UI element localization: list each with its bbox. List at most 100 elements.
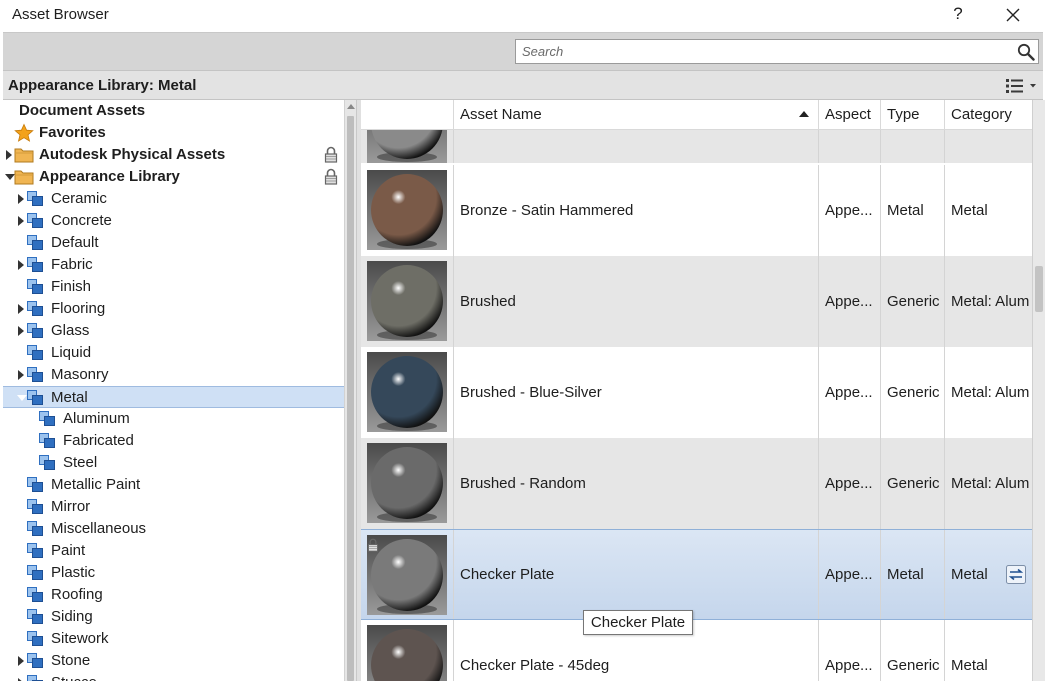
column-asset-name[interactable]: Asset Name bbox=[453, 100, 818, 130]
tree-item-masonry[interactable]: Masonry bbox=[3, 364, 344, 386]
table-row[interactable] bbox=[361, 130, 1032, 163]
table-scroll-thumb[interactable] bbox=[1035, 266, 1043, 312]
category-icon bbox=[39, 433, 55, 448]
type-cell: Metal bbox=[880, 165, 944, 256]
table-row[interactable]: Brushed - Blue-Silver Appe... Generic Metal… bbox=[361, 347, 1032, 438]
scroll-up-icon[interactable] bbox=[347, 104, 355, 109]
tree-item-label: Default bbox=[51, 234, 99, 251]
category-cell: Metal bbox=[944, 165, 1032, 256]
expand-arrow-icon[interactable] bbox=[18, 216, 24, 226]
category-icon bbox=[27, 279, 43, 294]
tree-item-label: Siding bbox=[51, 608, 93, 625]
table-row[interactable]: Bronze - Satin Hammered Appe... Metal Metal bbox=[361, 165, 1032, 256]
tree-item-miscellaneous[interactable]: Miscellaneous bbox=[3, 518, 344, 540]
search-input[interactable] bbox=[515, 39, 1039, 64]
column-category[interactable]: Category bbox=[944, 100, 1032, 130]
tree-item-flooring[interactable]: Flooring bbox=[3, 298, 344, 320]
expand-arrow-icon[interactable] bbox=[18, 260, 24, 270]
tree-item-concrete[interactable]: Concrete bbox=[3, 210, 344, 232]
tree-item-roofing[interactable]: Roofing bbox=[3, 584, 344, 606]
tree-item-label: Paint bbox=[51, 542, 86, 559]
table-scrollbar[interactable] bbox=[1032, 100, 1045, 681]
category-icon bbox=[39, 411, 55, 426]
tree-item-ceramic[interactable]: Ceramic bbox=[3, 188, 344, 210]
aspect-cell: Appe... bbox=[818, 256, 880, 347]
expand-arrow-icon[interactable] bbox=[6, 150, 12, 160]
tree-item-glass[interactable]: Glass bbox=[3, 320, 344, 342]
expand-arrow-icon[interactable] bbox=[18, 326, 24, 336]
category-icon bbox=[27, 390, 43, 405]
tree-item-document-assets[interactable]: Document Assets bbox=[3, 100, 344, 122]
asset-name-cell: Bronze - Satin Hammered bbox=[453, 165, 818, 256]
tree-item-label: Miscellaneous bbox=[51, 520, 147, 537]
folder-icon bbox=[14, 146, 34, 163]
tree-item-label: Appearance Library bbox=[39, 168, 180, 185]
close-icon[interactable] bbox=[1003, 5, 1023, 25]
tree-item-plastic[interactable]: Plastic bbox=[3, 562, 344, 584]
asset-name-cell: Brushed - Random bbox=[453, 438, 818, 529]
table-row[interactable]: Checker Plate Appe... Metal Metal bbox=[361, 529, 1032, 620]
tree-item-siding[interactable]: Siding bbox=[3, 606, 344, 628]
expand-arrow-icon[interactable] bbox=[18, 194, 24, 204]
column-thumbnail[interactable] bbox=[361, 100, 453, 130]
aspect-cell: Appe... bbox=[818, 620, 880, 681]
asset-table: Asset Name Aspect Type Category Bronze -… bbox=[361, 100, 1032, 681]
expand-arrow-icon[interactable] bbox=[18, 370, 24, 380]
material-thumbnail bbox=[367, 535, 447, 615]
tree-item-metal[interactable]: Metal bbox=[3, 386, 344, 408]
star-icon bbox=[14, 123, 34, 143]
tree-item-paint[interactable]: Paint bbox=[3, 540, 344, 562]
column-type[interactable]: Type bbox=[880, 100, 944, 130]
view-options-icon[interactable] bbox=[1004, 77, 1040, 95]
category-icon bbox=[27, 213, 43, 228]
help-button[interactable]: ? bbox=[950, 4, 966, 24]
tree-item-fabricated[interactable]: Fabricated bbox=[3, 430, 344, 452]
tree-item-label: Steel bbox=[63, 454, 98, 471]
search-icon[interactable] bbox=[1017, 43, 1035, 61]
tree-item-label: Fabric bbox=[51, 256, 93, 273]
category-icon bbox=[27, 235, 43, 250]
title-bar: Asset Browser ? bbox=[0, 0, 1045, 32]
table-row[interactable]: Brushed - Random Appe... Generic Metal: Alu… bbox=[361, 438, 1032, 529]
tree-item-stone[interactable]: Stone bbox=[3, 650, 344, 672]
category-icon bbox=[27, 477, 43, 492]
category-cell: Metal: Alum bbox=[944, 347, 1032, 438]
tree-item-appearance-library[interactable]: Appearance Library bbox=[3, 166, 344, 188]
tree-item-liquid[interactable]: Liquid bbox=[3, 342, 344, 364]
category-cell: Metal: Alum bbox=[944, 438, 1032, 529]
type-cell: Generic bbox=[880, 256, 944, 347]
tree-item-label: Plastic bbox=[51, 564, 96, 581]
category-cell: Metal: Alum bbox=[944, 256, 1032, 347]
tree-item-autodesk-physical-assets[interactable]: Autodesk Physical Assets bbox=[3, 144, 344, 166]
tree-item-finish[interactable]: Finish bbox=[3, 276, 344, 298]
tree-item-label: Concrete bbox=[51, 212, 112, 229]
tree-item-aluminum[interactable]: Aluminum bbox=[3, 408, 344, 430]
tree-item-metallic-paint[interactable]: Metallic Paint bbox=[3, 474, 344, 496]
tree-item-stucco[interactable]: Stucco bbox=[3, 672, 344, 681]
lock-icon bbox=[324, 168, 338, 185]
expand-arrow-icon[interactable] bbox=[18, 304, 24, 314]
tree-item-default[interactable]: Default bbox=[3, 232, 344, 254]
tree-item-label: Finish bbox=[51, 278, 92, 295]
category-icon bbox=[27, 587, 43, 602]
column-aspect[interactable]: Aspect bbox=[818, 100, 880, 130]
tree-item-sitework[interactable]: Sitework bbox=[3, 628, 344, 650]
tree-item-label: Fabricated bbox=[63, 432, 134, 449]
type-cell: Generic bbox=[880, 347, 944, 438]
replace-asset-icon[interactable] bbox=[1006, 565, 1026, 584]
tree-scroll-thumb[interactable] bbox=[347, 116, 354, 681]
category-icon bbox=[39, 455, 55, 470]
table-row[interactable]: Checker Plate - 45deg Appe... Generic Metal bbox=[361, 620, 1032, 681]
tree-scrollbar[interactable] bbox=[344, 100, 356, 681]
tree-item-mirror[interactable]: Mirror bbox=[3, 496, 344, 518]
expand-arrow-icon[interactable] bbox=[18, 656, 24, 666]
table-row[interactable]: Brushed Appe... Generic Metal: Alum bbox=[361, 256, 1032, 347]
collapse-arrow-icon[interactable] bbox=[17, 395, 27, 401]
tree-item-steel[interactable]: Steel bbox=[3, 452, 344, 474]
category-icon bbox=[27, 301, 43, 316]
tree-item-fabric[interactable]: Fabric bbox=[3, 254, 344, 276]
thumbnail-cell bbox=[361, 620, 453, 681]
tree-item-favorites[interactable]: Favorites bbox=[3, 122, 344, 144]
tree-item-label: Favorites bbox=[39, 124, 106, 141]
category-icon bbox=[27, 631, 43, 646]
